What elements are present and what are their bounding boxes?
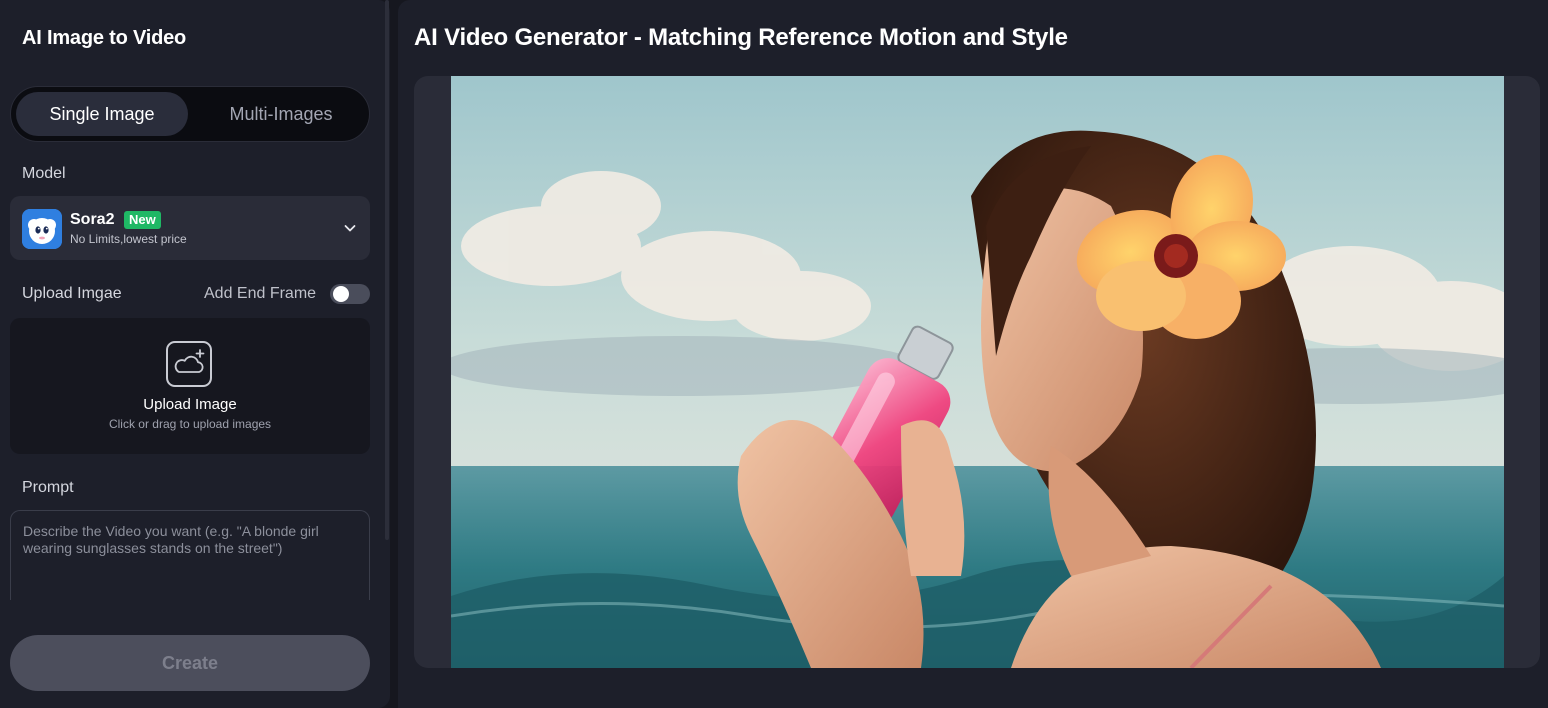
model-subtitle: No Limits,lowest price bbox=[70, 232, 187, 246]
sora-mascot-icon bbox=[22, 209, 62, 249]
end-frame-label: Add End Frame bbox=[204, 285, 317, 302]
model-select[interactable]: Sora2 New No Limits,lowest price bbox=[10, 196, 370, 260]
page-title: AI Video Generator - Matching Reference … bbox=[414, 24, 1068, 51]
upload-image-icon bbox=[166, 341, 212, 387]
new-badge: New bbox=[124, 211, 161, 229]
tab-multi-images[interactable]: Multi-Images bbox=[195, 92, 367, 136]
chevron-down-icon[interactable] bbox=[342, 220, 358, 236]
preview-panel: AI Video Generator - Matching Reference … bbox=[398, 0, 1548, 708]
model-avatar bbox=[22, 209, 62, 249]
toggle-knob bbox=[333, 286, 349, 302]
video-preview[interactable] bbox=[451, 76, 1504, 668]
model-name: Sora2 bbox=[70, 211, 115, 228]
upload-title: Upload Image bbox=[143, 396, 237, 413]
prompt-field bbox=[10, 510, 370, 610]
prompt-label: Prompt bbox=[22, 479, 74, 496]
end-frame-toggle[interactable] bbox=[330, 284, 370, 304]
preview-frame bbox=[414, 76, 1540, 668]
app: AI Image to Video Single Image Multi-Ima… bbox=[0, 0, 1548, 708]
upload-hint: Click or drag to upload images bbox=[108, 417, 272, 431]
panel-footer-divider bbox=[0, 600, 385, 630]
panel-scrollbar[interactable] bbox=[385, 0, 389, 540]
panel-title: AI Image to Video bbox=[22, 27, 187, 49]
tab-single-image[interactable]: Single Image bbox=[16, 92, 188, 136]
settings-panel: AI Image to Video Single Image Multi-Ima… bbox=[0, 0, 390, 708]
model-label: Model bbox=[22, 165, 66, 182]
preview-image bbox=[451, 76, 1504, 668]
create-button[interactable]: Create bbox=[10, 635, 370, 691]
prompt-input[interactable] bbox=[11, 511, 369, 610]
image-upload-dropzone[interactable]: Upload Image Click or drag to upload ima… bbox=[10, 318, 370, 454]
upload-label: Upload Imgae bbox=[22, 285, 122, 302]
mode-tabs: Single Image Multi-Images bbox=[10, 86, 370, 142]
